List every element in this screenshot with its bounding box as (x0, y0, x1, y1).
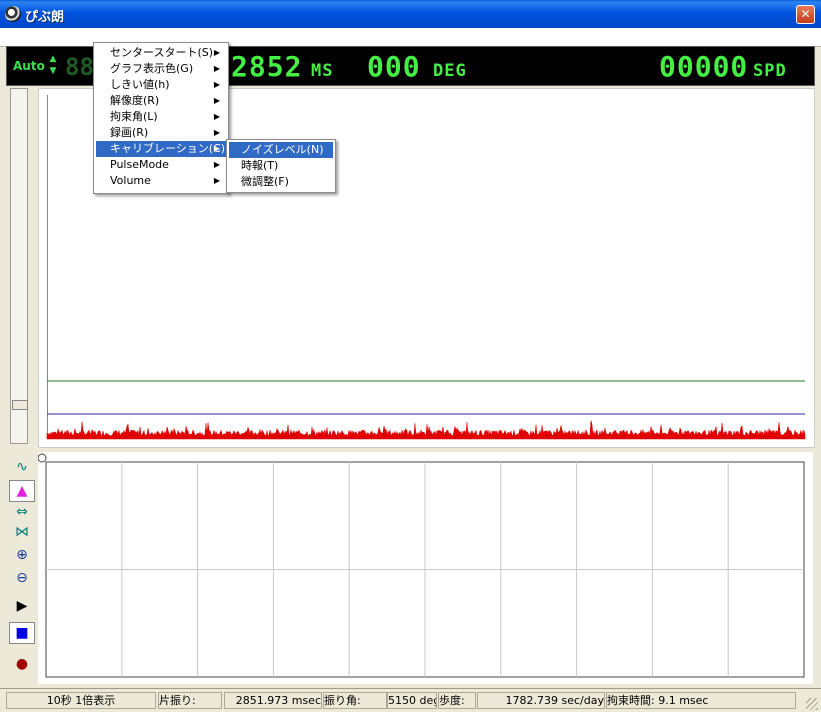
menu-item-label: 解像度(R) (110, 94, 160, 107)
period-value: 2852 (231, 50, 303, 83)
status-rate: 1782.739 sec/day (477, 692, 605, 709)
mode-spinner[interactable]: ▲ ▼ (48, 53, 58, 79)
submenu-arrow-icon: ▶ (213, 80, 220, 89)
context-menu: センタースタート(S) ▶ グラフ表示色(G) ▶ しきい値(h) ▶ 解像度(R) ▶… (93, 42, 229, 194)
menu-item-label: Volume (110, 174, 151, 187)
submenu-arrow-icon: ▶ (213, 144, 220, 153)
menu-item-record[interactable]: 録画(R) ▶ (96, 125, 226, 141)
submenu-arrow-icon: ▶ (213, 160, 220, 169)
play-icon[interactable]: ▶ (9, 595, 35, 617)
menu-item-label: 拘束角(L) (110, 110, 158, 123)
status-swing-angle: 5150 deg (387, 692, 437, 709)
menu-item-threshold[interactable]: しきい値(h) ▶ (96, 77, 226, 93)
submenu-item-label: 微調整(F) (241, 175, 289, 188)
waveform-icon[interactable]: ∿ (9, 456, 35, 478)
menu-item-lock-angle[interactable]: 拘束角(L) ▶ (96, 109, 226, 125)
submenu-arrow-icon: ▶ (213, 64, 220, 73)
menu-item-center-start[interactable]: センタースタート(S) ▶ (96, 45, 226, 61)
resize-grip-icon[interactable] (806, 698, 818, 710)
level-slider-thumb[interactable] (12, 400, 28, 410)
submenu-item-time-signal[interactable]: 時報(T) (229, 158, 333, 174)
submenu-arrow-icon: ▶ (213, 176, 220, 185)
status-bar: 10秒 1倍表示 片振り: 2851.973 msec 振り角: 5150 de… (0, 688, 821, 712)
grid-lines (46, 462, 804, 677)
noise-waveform (46, 420, 806, 440)
menu-item-volume[interactable]: Volume ▶ (96, 173, 226, 189)
menu-item-resolution[interactable]: 解像度(R) ▶ (96, 93, 226, 109)
horizontal-expand-icon[interactable]: ⇔ (9, 501, 35, 523)
menu-item-label: グラフ表示色(G) (110, 62, 194, 75)
menu-item-label: PulseMode (110, 158, 169, 171)
lcd-left-digits: 88 (65, 53, 94, 81)
speed-value: 00000 (659, 50, 749, 83)
zoom-out-icon[interactable]: ⊖ (9, 567, 35, 589)
graph-toolbar: ∿ ▲ ⇔ ⋈ ⊕ ⊖ ▶ ■ ● (6, 454, 38, 684)
calibration-submenu: ノイズレベル(N) 時報(T) 微調整(F) (226, 139, 336, 193)
menu-item-label: センタースタート(S) (110, 46, 214, 59)
submenu-arrow-icon: ▶ (213, 96, 220, 105)
record-icon[interactable]: ● (9, 653, 35, 675)
status-range: 10秒 1倍表示 (6, 692, 156, 709)
menu-item-graph-color[interactable]: グラフ表示色(G) ▶ (96, 61, 226, 77)
angle-value: 000 (367, 50, 421, 83)
title-bar: ぴぶ朗 ✕ (0, 0, 821, 28)
submenu-item-label: 時報(T) (241, 159, 279, 172)
angle-unit: DEG (433, 61, 467, 81)
app-icon[interactable] (5, 6, 21, 22)
noise-waveform-path (46, 420, 806, 440)
status-half-swing-label: 片振り: (158, 692, 222, 709)
menu-item-label: しきい値(h) (110, 78, 170, 91)
submenu-item-label: ノイズレベル(N) (241, 143, 324, 156)
zoom-in-icon[interactable]: ⊕ (9, 544, 35, 566)
submenu-arrow-icon: ▶ (213, 128, 220, 137)
submenu-arrow-icon: ▶ (213, 112, 220, 121)
menu-item-calibration[interactable]: キャリブレーション(C) ▶ (96, 141, 226, 157)
status-lock-time: 拘束時間: 9.1 msec (606, 692, 796, 709)
stop-icon[interactable]: ■ (9, 622, 35, 644)
status-rate-label: 歩度: (438, 692, 476, 709)
submenu-item-noise-level[interactable]: ノイズレベル(N) (229, 142, 333, 158)
window-title: ぴぶ朗 (25, 10, 65, 25)
status-swing-angle-label: 振り角: (323, 692, 387, 709)
timing-graph-svg (38, 453, 805, 678)
menu-item-label: 録画(R) (110, 126, 149, 139)
menu-item-label: キャリブレーション(C) (110, 142, 226, 155)
status-period: 2851.973 msec (224, 692, 322, 709)
timing-graph (38, 452, 813, 684)
menu-item-pulse-mode[interactable]: PulseMode ▶ (96, 157, 226, 173)
graph-origin-marker (38, 453, 47, 463)
period-unit: MS (311, 61, 334, 81)
horizontal-compress-icon[interactable]: ⋈ (9, 521, 35, 543)
submenu-item-fine-adjust[interactable]: 微調整(F) (229, 174, 333, 190)
level-slider-track[interactable] (10, 88, 28, 444)
close-button[interactable]: ✕ (796, 5, 815, 24)
auto-mode-label[interactable]: Auto (13, 59, 45, 73)
speed-unit: SPD (753, 61, 787, 81)
histogram-icon[interactable]: ▲ (9, 480, 35, 502)
submenu-arrow-icon: ▶ (213, 48, 220, 57)
